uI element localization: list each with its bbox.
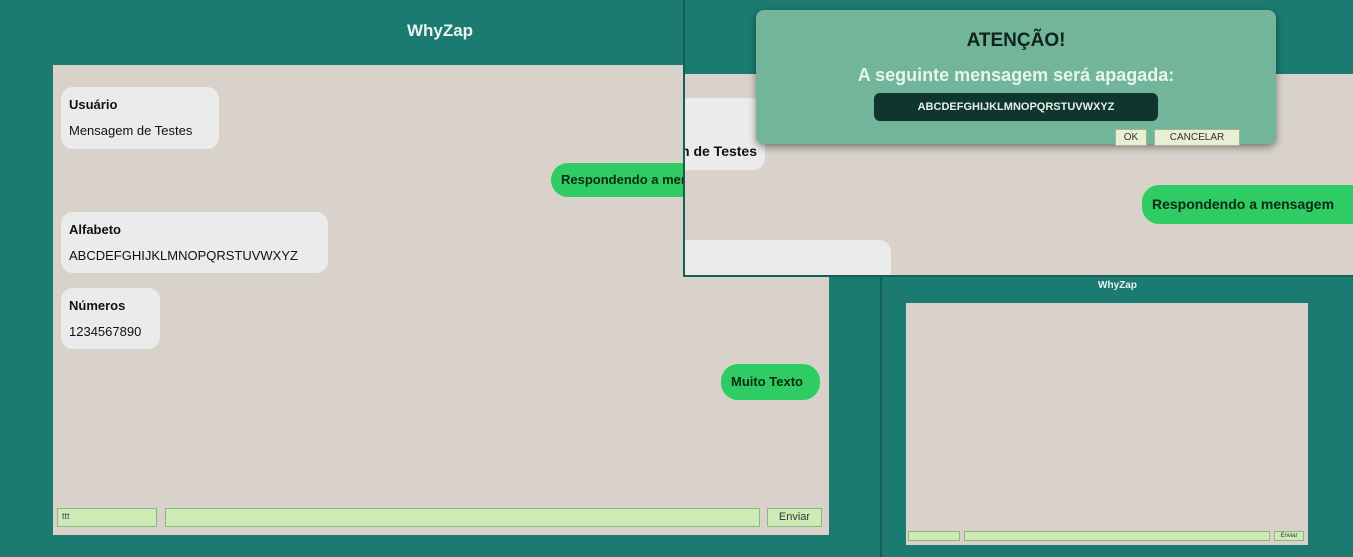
bottom-right-chat-window: WhyZap Enviar xyxy=(880,276,1353,557)
message-text: ABCDEFGHIJKLMNOPQRSTUVWXYZ xyxy=(69,248,298,263)
input-bar: ttt Enviar xyxy=(53,506,829,530)
input-bar: Enviar xyxy=(906,529,1308,543)
dialog-title: ATENÇÃO! xyxy=(966,30,1066,51)
message-input[interactable] xyxy=(165,508,760,527)
message-incoming[interactable]: Usuário Mensagem de Testes xyxy=(61,87,219,149)
username-input[interactable] xyxy=(908,531,960,541)
message-incoming[interactable]: Alfabeto ABCDEFGHIJKLMNOPQRSTUVWXYZ xyxy=(61,212,328,273)
message-author: Alfabeto xyxy=(69,222,121,237)
send-button[interactable]: Enviar xyxy=(1274,531,1304,541)
message-text: Mensagem de Testes xyxy=(685,143,757,159)
message-text: Mensagem de Testes xyxy=(69,123,193,138)
message-outgoing[interactable]: Muito Texto xyxy=(721,364,820,400)
message-author: Números xyxy=(69,298,126,313)
ok-button[interactable]: OK xyxy=(1115,129,1147,146)
message-incoming[interactable]: Números 1234567890 xyxy=(61,288,160,349)
message-text: Muito Texto xyxy=(731,374,803,389)
delete-confirmation-dialog: ATENÇÃO! A seguinte mensagem será apagad… xyxy=(756,10,1276,146)
app-title: WhyZap xyxy=(1098,280,1137,291)
message-author: Usuário xyxy=(69,97,118,112)
message-incoming[interactable] xyxy=(685,240,891,275)
dialog-quoted-message: ABCDEFGHIJKLMNOPQRSTUVWXYZ xyxy=(874,93,1158,121)
username-input[interactable]: ttt xyxy=(57,508,157,527)
cancel-button[interactable]: CANCELAR xyxy=(1154,129,1240,146)
message-outgoing[interactable]: Respondendo a mensagem xyxy=(1142,185,1353,224)
dialog-message: A seguinte mensagem será apagada: xyxy=(857,65,1175,85)
chat-area[interactable]: Enviar xyxy=(906,303,1308,545)
message-incoming[interactable]: Mensagem de Testes xyxy=(685,98,765,170)
message-text: 1234567890 xyxy=(69,324,142,339)
send-button[interactable]: Enviar xyxy=(767,508,822,527)
message-text: Respondendo a mensagem xyxy=(1152,196,1335,212)
message-input[interactable] xyxy=(964,531,1270,541)
